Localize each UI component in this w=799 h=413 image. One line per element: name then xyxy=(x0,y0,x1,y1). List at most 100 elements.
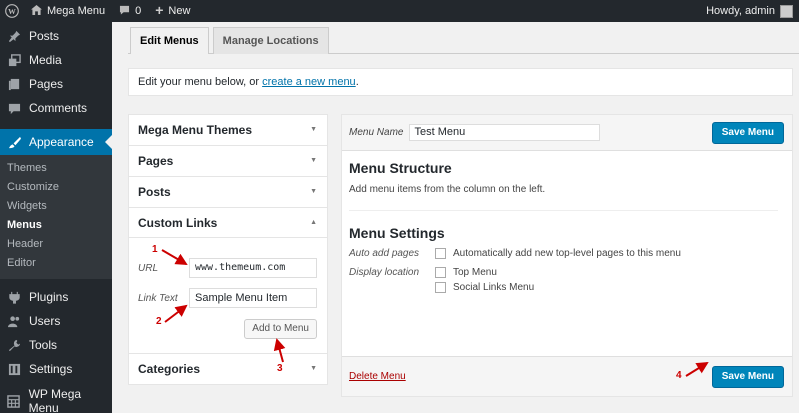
accordion-title[interactable]: Pages ▼ xyxy=(129,146,327,176)
submenu-item-header[interactable]: Header xyxy=(0,235,112,254)
appearance-submenu: Themes Customize Widgets Menus Header Ed… xyxy=(0,155,112,279)
annotation-number-1: 1 xyxy=(152,244,158,255)
sidebar-item-comments[interactable]: Comments xyxy=(0,96,112,120)
comments-icon xyxy=(7,101,21,115)
settings-icon xyxy=(7,362,21,376)
new-label: New xyxy=(168,5,191,17)
accordion-title[interactable]: Posts ▼ xyxy=(129,177,327,207)
menu-name-input[interactable]: Test Menu xyxy=(409,124,601,141)
sidebar-item-media[interactable]: Media xyxy=(0,48,112,72)
accordion-title-label: Categories xyxy=(138,362,201,376)
menu-header: Menu Name Test Menu Save Menu xyxy=(342,115,792,151)
pin-icon xyxy=(7,29,21,43)
comments-link[interactable]: 0 xyxy=(112,0,148,22)
accordion-title-label: Posts xyxy=(138,185,171,199)
menu-body: Menu Structure Add menu items from the c… xyxy=(342,151,792,195)
social-links-text: Social Links Menu xyxy=(453,282,535,293)
pages-icon xyxy=(7,77,21,91)
admin-sidebar: Posts Media Pages Comments Appearance Th… xyxy=(0,22,112,413)
site-name-link[interactable]: Mega Menu xyxy=(24,0,112,22)
sidebar-item-settings[interactable]: Settings xyxy=(0,357,112,381)
url-row: URL www.themeum.com xyxy=(138,258,318,278)
caret-down-icon: ▼ xyxy=(310,157,317,164)
link-text-label: Link Text xyxy=(138,292,178,304)
delete-menu-link[interactable]: Delete Menu xyxy=(349,371,406,382)
add-to-menu-button[interactable]: Add to Menu xyxy=(244,319,317,339)
sidebar-item-label: Tools xyxy=(29,338,58,352)
link-text-input[interactable]: Sample Menu Item xyxy=(189,288,317,308)
menu-management-panel: Menu Name Test Menu Save Menu Menu Struc… xyxy=(341,114,793,397)
location-social-links-menu[interactable]: Social Links Menu xyxy=(435,282,534,293)
menu-settings-title: Menu Settings xyxy=(349,225,445,241)
my-account[interactable]: Howdy, admin xyxy=(706,4,799,18)
submenu-item-customize[interactable]: Customize xyxy=(0,178,112,197)
manage-menus-notice: Edit your menu below, or create a new me… xyxy=(128,68,793,96)
tab-manage-locations[interactable]: Manage Locations xyxy=(212,27,329,54)
sidebar-item-label: Appearance xyxy=(29,135,94,149)
accordion-title[interactable]: Custom Links ▲ xyxy=(129,208,327,238)
comments-count: 0 xyxy=(135,5,142,17)
accordion-section-custom-links: Custom Links ▲ URL www.themeum.com Link … xyxy=(129,208,327,354)
accordion-title-label: Pages xyxy=(138,154,174,168)
accordion-title[interactable]: Categories ▼ xyxy=(129,354,327,384)
sidebar-item-tools[interactable]: Tools xyxy=(0,333,112,357)
sidebar-item-pages[interactable]: Pages xyxy=(0,72,112,96)
url-input[interactable]: www.themeum.com xyxy=(189,258,317,278)
home-icon xyxy=(31,4,42,18)
sidebar-item-wp-mega-menu[interactable]: WP Mega Menu xyxy=(0,387,112,413)
accordion-title-label: Custom Links xyxy=(138,215,218,230)
caret-down-icon: ▼ xyxy=(310,365,317,372)
tab-edit-menus[interactable]: Edit Menus xyxy=(130,27,209,54)
wordpress-logo-icon[interactable]: W xyxy=(0,0,24,22)
menu-settings: Menu Settings Auto add pages Automatical… xyxy=(349,225,681,301)
accordion-section-categories: Categories ▼ xyxy=(129,354,327,384)
top-menu-checkbox[interactable] xyxy=(435,267,446,278)
sidebar-item-label: Comments xyxy=(29,101,88,115)
sidebar-item-label: Pages xyxy=(29,77,64,91)
menu-items-accordion: Mega Menu Themes ▼ Pages ▼ Posts ▼ Custo… xyxy=(128,114,328,385)
avatar xyxy=(780,4,793,18)
media-icon xyxy=(7,53,21,67)
accordion-section-posts: Posts ▼ xyxy=(129,177,327,208)
submenu-item-editor[interactable]: Editor xyxy=(0,254,112,273)
brush-icon xyxy=(7,135,21,149)
submenu-item-themes[interactable]: Themes xyxy=(0,159,112,178)
save-menu-button-top[interactable]: Save Menu xyxy=(711,122,784,144)
accordion-title-label: Mega Menu Themes xyxy=(138,123,253,137)
auto-add-option[interactable]: Automatically add new top-level pages to… xyxy=(435,248,681,259)
auto-add-checkbox[interactable] xyxy=(435,248,446,259)
menu-name-label: Menu Name xyxy=(349,127,404,138)
notice-suffix: . xyxy=(355,76,359,88)
submenu-item-widgets[interactable]: Widgets xyxy=(0,197,112,216)
main-content: Edit Menus Manage Locations Edit your me… xyxy=(112,22,799,413)
accordion-title[interactable]: Mega Menu Themes ▼ xyxy=(129,115,327,145)
submenu-item-menus[interactable]: Menus xyxy=(0,216,112,235)
menu-footer: Delete Menu Save Menu xyxy=(342,356,792,396)
social-links-checkbox[interactable] xyxy=(435,282,446,293)
sidebar-item-users[interactable]: Users xyxy=(0,309,112,333)
accordion-section-pages: Pages ▼ xyxy=(129,146,327,177)
sidebar-item-plugins[interactable]: Plugins xyxy=(0,285,112,309)
menu-structure-title: Menu Structure xyxy=(349,160,452,176)
save-menu-button-bottom[interactable]: Save Menu xyxy=(711,366,784,388)
annotation-number-2: 2 xyxy=(156,316,162,327)
caret-down-icon: ▼ xyxy=(310,188,317,195)
sidebar-item-label: Settings xyxy=(29,362,73,376)
caret-down-icon: ▼ xyxy=(310,126,317,133)
plug-icon xyxy=(7,290,21,304)
caret-up-icon: ▲ xyxy=(310,219,317,226)
sidebar-item-label: Users xyxy=(29,314,61,328)
sidebar-item-label: Media xyxy=(29,53,62,67)
sidebar-item-appearance[interactable]: Appearance xyxy=(0,129,112,155)
accordion-section-mega-menu-themes: Mega Menu Themes ▼ xyxy=(129,115,327,146)
sidebar-item-posts[interactable]: Posts xyxy=(0,24,112,48)
location-top-menu[interactable]: Top Menu xyxy=(435,267,534,278)
sidebar-item-label: Plugins xyxy=(29,290,69,304)
new-content-link[interactable]: + New xyxy=(148,0,197,22)
annotation-number-3: 3 xyxy=(277,363,283,374)
howdy-text: Howdy, admin xyxy=(706,5,775,17)
sidebar-item-label: WP Mega Menu xyxy=(28,387,82,413)
display-location-label: Display location xyxy=(349,267,420,278)
svg-text:W: W xyxy=(8,7,16,16)
create-new-menu-link[interactable]: create a new menu xyxy=(262,76,356,88)
